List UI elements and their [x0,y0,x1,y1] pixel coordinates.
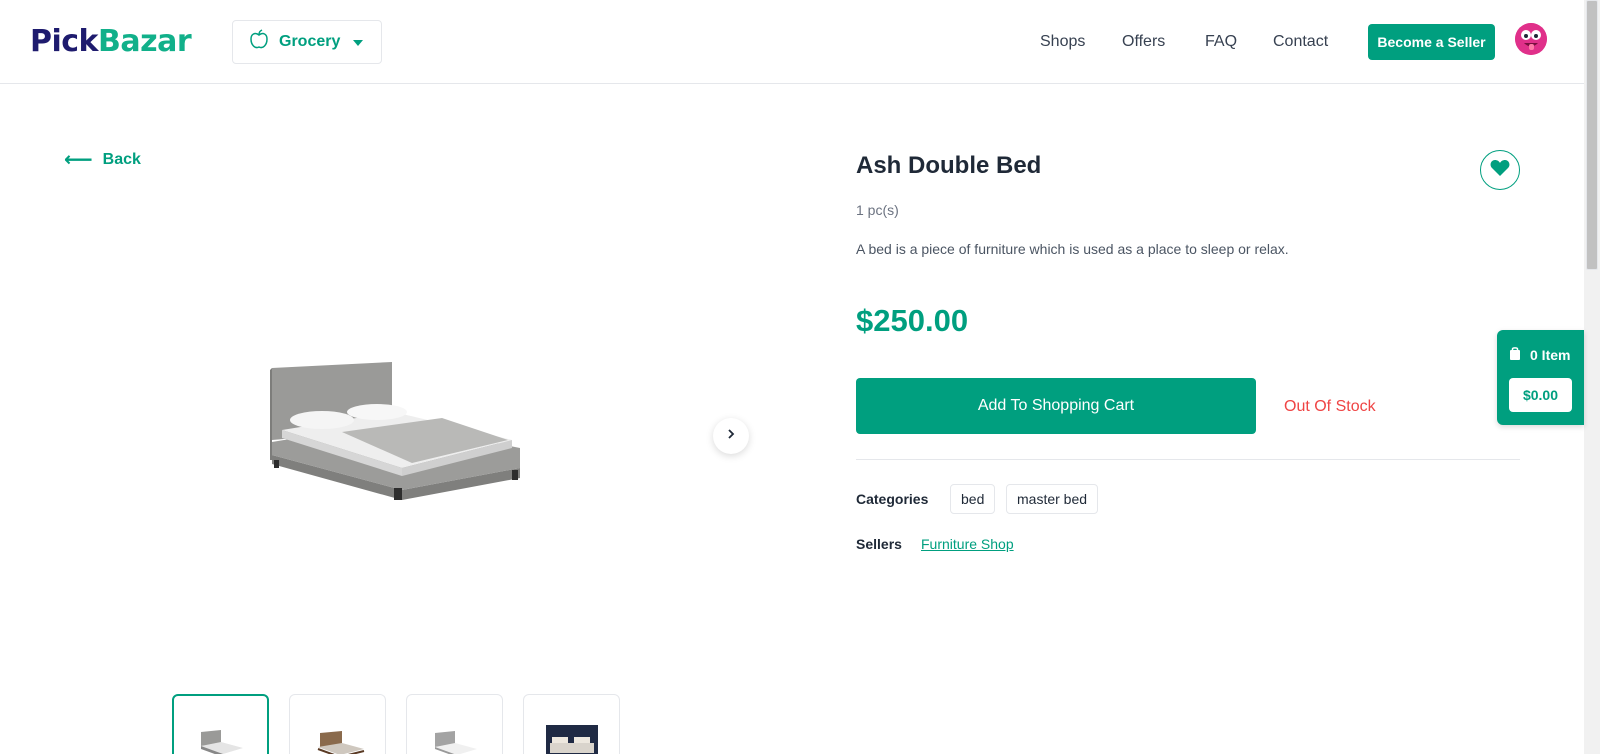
nav-faq[interactable]: FAQ [1205,33,1237,51]
cart-items: 0 Item [1509,346,1570,364]
categories-label: Categories [856,491,929,507]
thumbnail-4[interactable] [523,694,620,754]
chevron-right-icon [725,427,737,445]
next-image-button[interactable] [713,418,749,454]
shop-type-dropdown[interactable]: Grocery [232,20,382,64]
category-tag-master-bed[interactable]: master bed [1006,484,1099,514]
product-title: Ash Double Bed [856,152,1042,179]
site-logo[interactable]: PickBazar [30,24,192,59]
arrow-left-icon: ⟵ [64,149,93,171]
cart-total: $0.00 [1509,378,1572,412]
product-unit: 1 pc(s) [856,202,899,218]
page-scrollbar[interactable] [1584,0,1600,754]
product-page: PickBazar Grocery Shops Offers FAQ Conta… [0,0,1600,754]
nav-offers[interactable]: Offers [1122,33,1165,51]
category-tag-bed[interactable]: bed [950,484,996,514]
sellers-label: Sellers [856,536,902,552]
shopping-bag-icon [1509,346,1521,364]
product-price: $250.00 [856,303,969,338]
product-main-image [262,360,522,510]
back-button[interactable]: ⟵ Back [64,150,141,170]
product-description: A bed is a piece of furniture which is u… [856,241,1289,257]
top-navbar: PickBazar Grocery Shops Offers FAQ Conta… [0,0,1584,84]
logo-text-pick: Pick [30,24,99,59]
avatar[interactable] [1515,23,1547,55]
heart-icon [1490,159,1510,182]
apple-icon [249,28,269,56]
back-label: Back [102,151,141,168]
thumbnail-3[interactable] [406,694,503,754]
nav-contact[interactable]: Contact [1273,33,1328,51]
details-divider [856,459,1520,460]
shop-type-label: Grocery [279,33,341,50]
thumbnail-2[interactable] [289,694,386,754]
thumbnail-1[interactable] [172,694,269,754]
chevron-down-icon [353,40,363,46]
become-seller-button[interactable]: Become a Seller [1368,24,1495,60]
logo-text-bazar: Bazar [98,24,192,59]
wishlist-button[interactable] [1480,150,1520,190]
thumbnail-gallery [172,694,620,754]
add-to-cart-button[interactable]: Add To Shopping Cart [856,378,1256,434]
seller-link[interactable]: Furniture Shop [921,536,1014,552]
cart-item-count: 0 Item [1530,347,1571,363]
stock-status: Out Of Stock [1284,398,1376,415]
nav-shops[interactable]: Shops [1040,33,1085,51]
scrollbar-thumb[interactable] [1586,0,1598,270]
floating-cart[interactable]: 0 Item $0.00 [1497,330,1584,425]
